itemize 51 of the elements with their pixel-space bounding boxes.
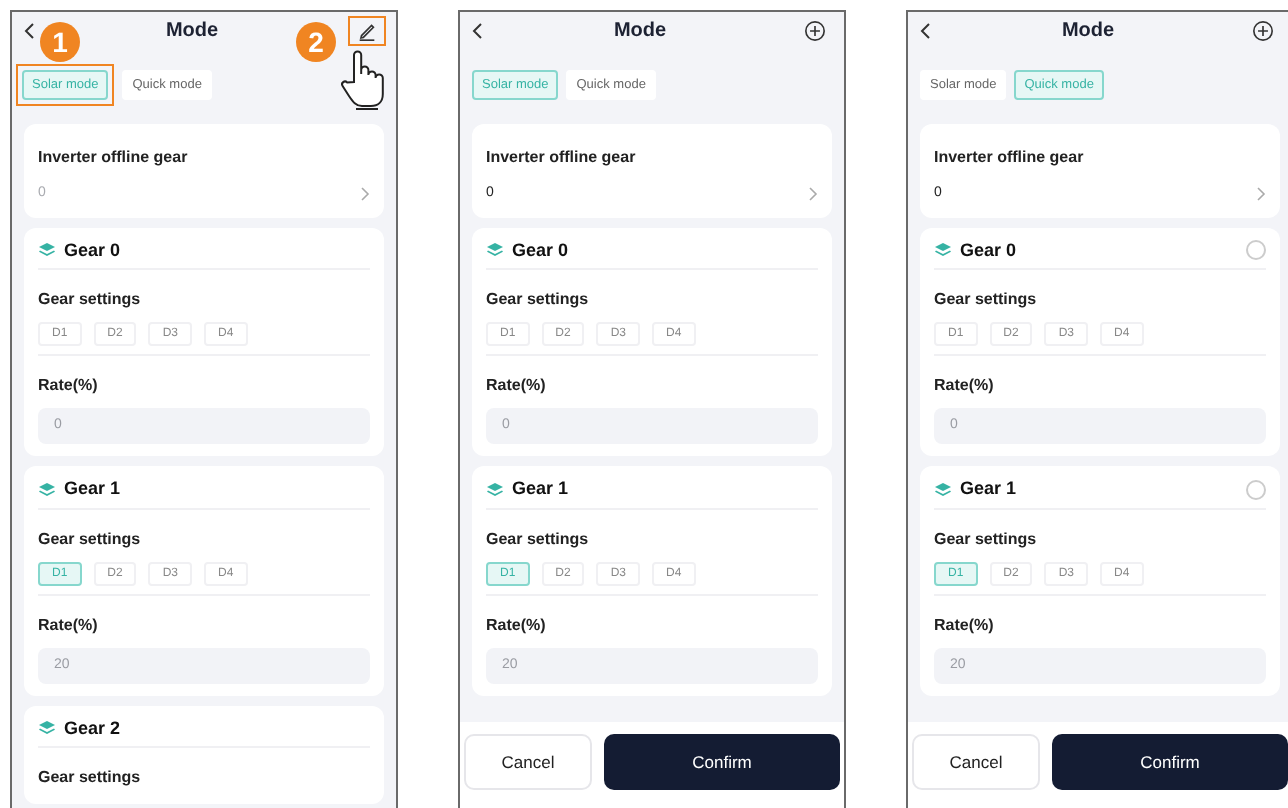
- layers-icon: [38, 719, 56, 736]
- plus-circle-icon: [803, 19, 826, 41]
- field-label: Gear settings: [486, 290, 589, 309]
- gear-title: Gear 1: [512, 478, 571, 500]
- layers-icon: [486, 481, 504, 498]
- field-label: Rate(%): [934, 615, 994, 634]
- gear-title: Gear 2: [64, 717, 123, 739]
- field-label: Rate(%): [38, 376, 98, 395]
- layers-icon: [486, 242, 504, 259]
- radio-button[interactable]: [1246, 240, 1266, 261]
- confirm-button[interactable]: Confirm: [604, 734, 840, 790]
- back-icon[interactable]: [470, 21, 484, 39]
- gear-title: Gear 0: [960, 240, 1019, 261]
- screen-title: Mode: [613, 19, 667, 41]
- layers-icon: [38, 481, 56, 498]
- layers-icon: [38, 242, 56, 259]
- gear-title: Gear 1: [960, 478, 1019, 500]
- pencil-icon: [355, 19, 378, 41]
- field-label: Gear settings: [38, 290, 141, 309]
- cancel-button[interactable]: Cancel: [912, 734, 1040, 790]
- chevron-right-icon: [808, 186, 818, 203]
- field-label: Rate(%): [486, 376, 546, 395]
- field-label: Gear settings: [486, 529, 589, 548]
- step-badge: 2: [296, 22, 336, 62]
- field-label: Inverter offline gear: [486, 148, 636, 166]
- field-label: Rate(%): [38, 615, 98, 634]
- field-label: Inverter offline gear: [38, 148, 188, 166]
- back-icon[interactable]: [22, 21, 36, 39]
- field-label: Gear settings: [934, 529, 1037, 548]
- field-label: Rate(%): [486, 615, 546, 634]
- screen-title: Mode: [165, 19, 219, 41]
- layers-icon: [934, 242, 952, 259]
- confirm-button[interactable]: Confirm: [1052, 734, 1288, 790]
- chevron-right-icon: [360, 186, 370, 203]
- layers-icon: [934, 481, 952, 498]
- gear-title: Gear 0: [64, 240, 123, 261]
- step-badge: 1: [40, 22, 80, 62]
- field-label: Rate(%): [934, 376, 994, 395]
- back-icon[interactable]: [918, 21, 932, 39]
- gear-title: Gear 1: [64, 478, 123, 500]
- field-label: Gear settings: [38, 768, 141, 787]
- field-label: Gear settings: [38, 529, 141, 548]
- screen-title: Mode: [1061, 19, 1115, 41]
- radio-button[interactable]: [1246, 479, 1266, 500]
- field-label: Inverter offline gear: [934, 148, 1084, 166]
- edit-button[interactable]: [347, 15, 386, 45]
- chevron-right-icon: [1256, 186, 1266, 203]
- gear-title: Gear 0: [512, 240, 571, 261]
- cancel-button[interactable]: Cancel: [464, 734, 592, 790]
- plus-circle-icon: [1251, 19, 1274, 41]
- field-label: Gear settings: [934, 290, 1037, 309]
